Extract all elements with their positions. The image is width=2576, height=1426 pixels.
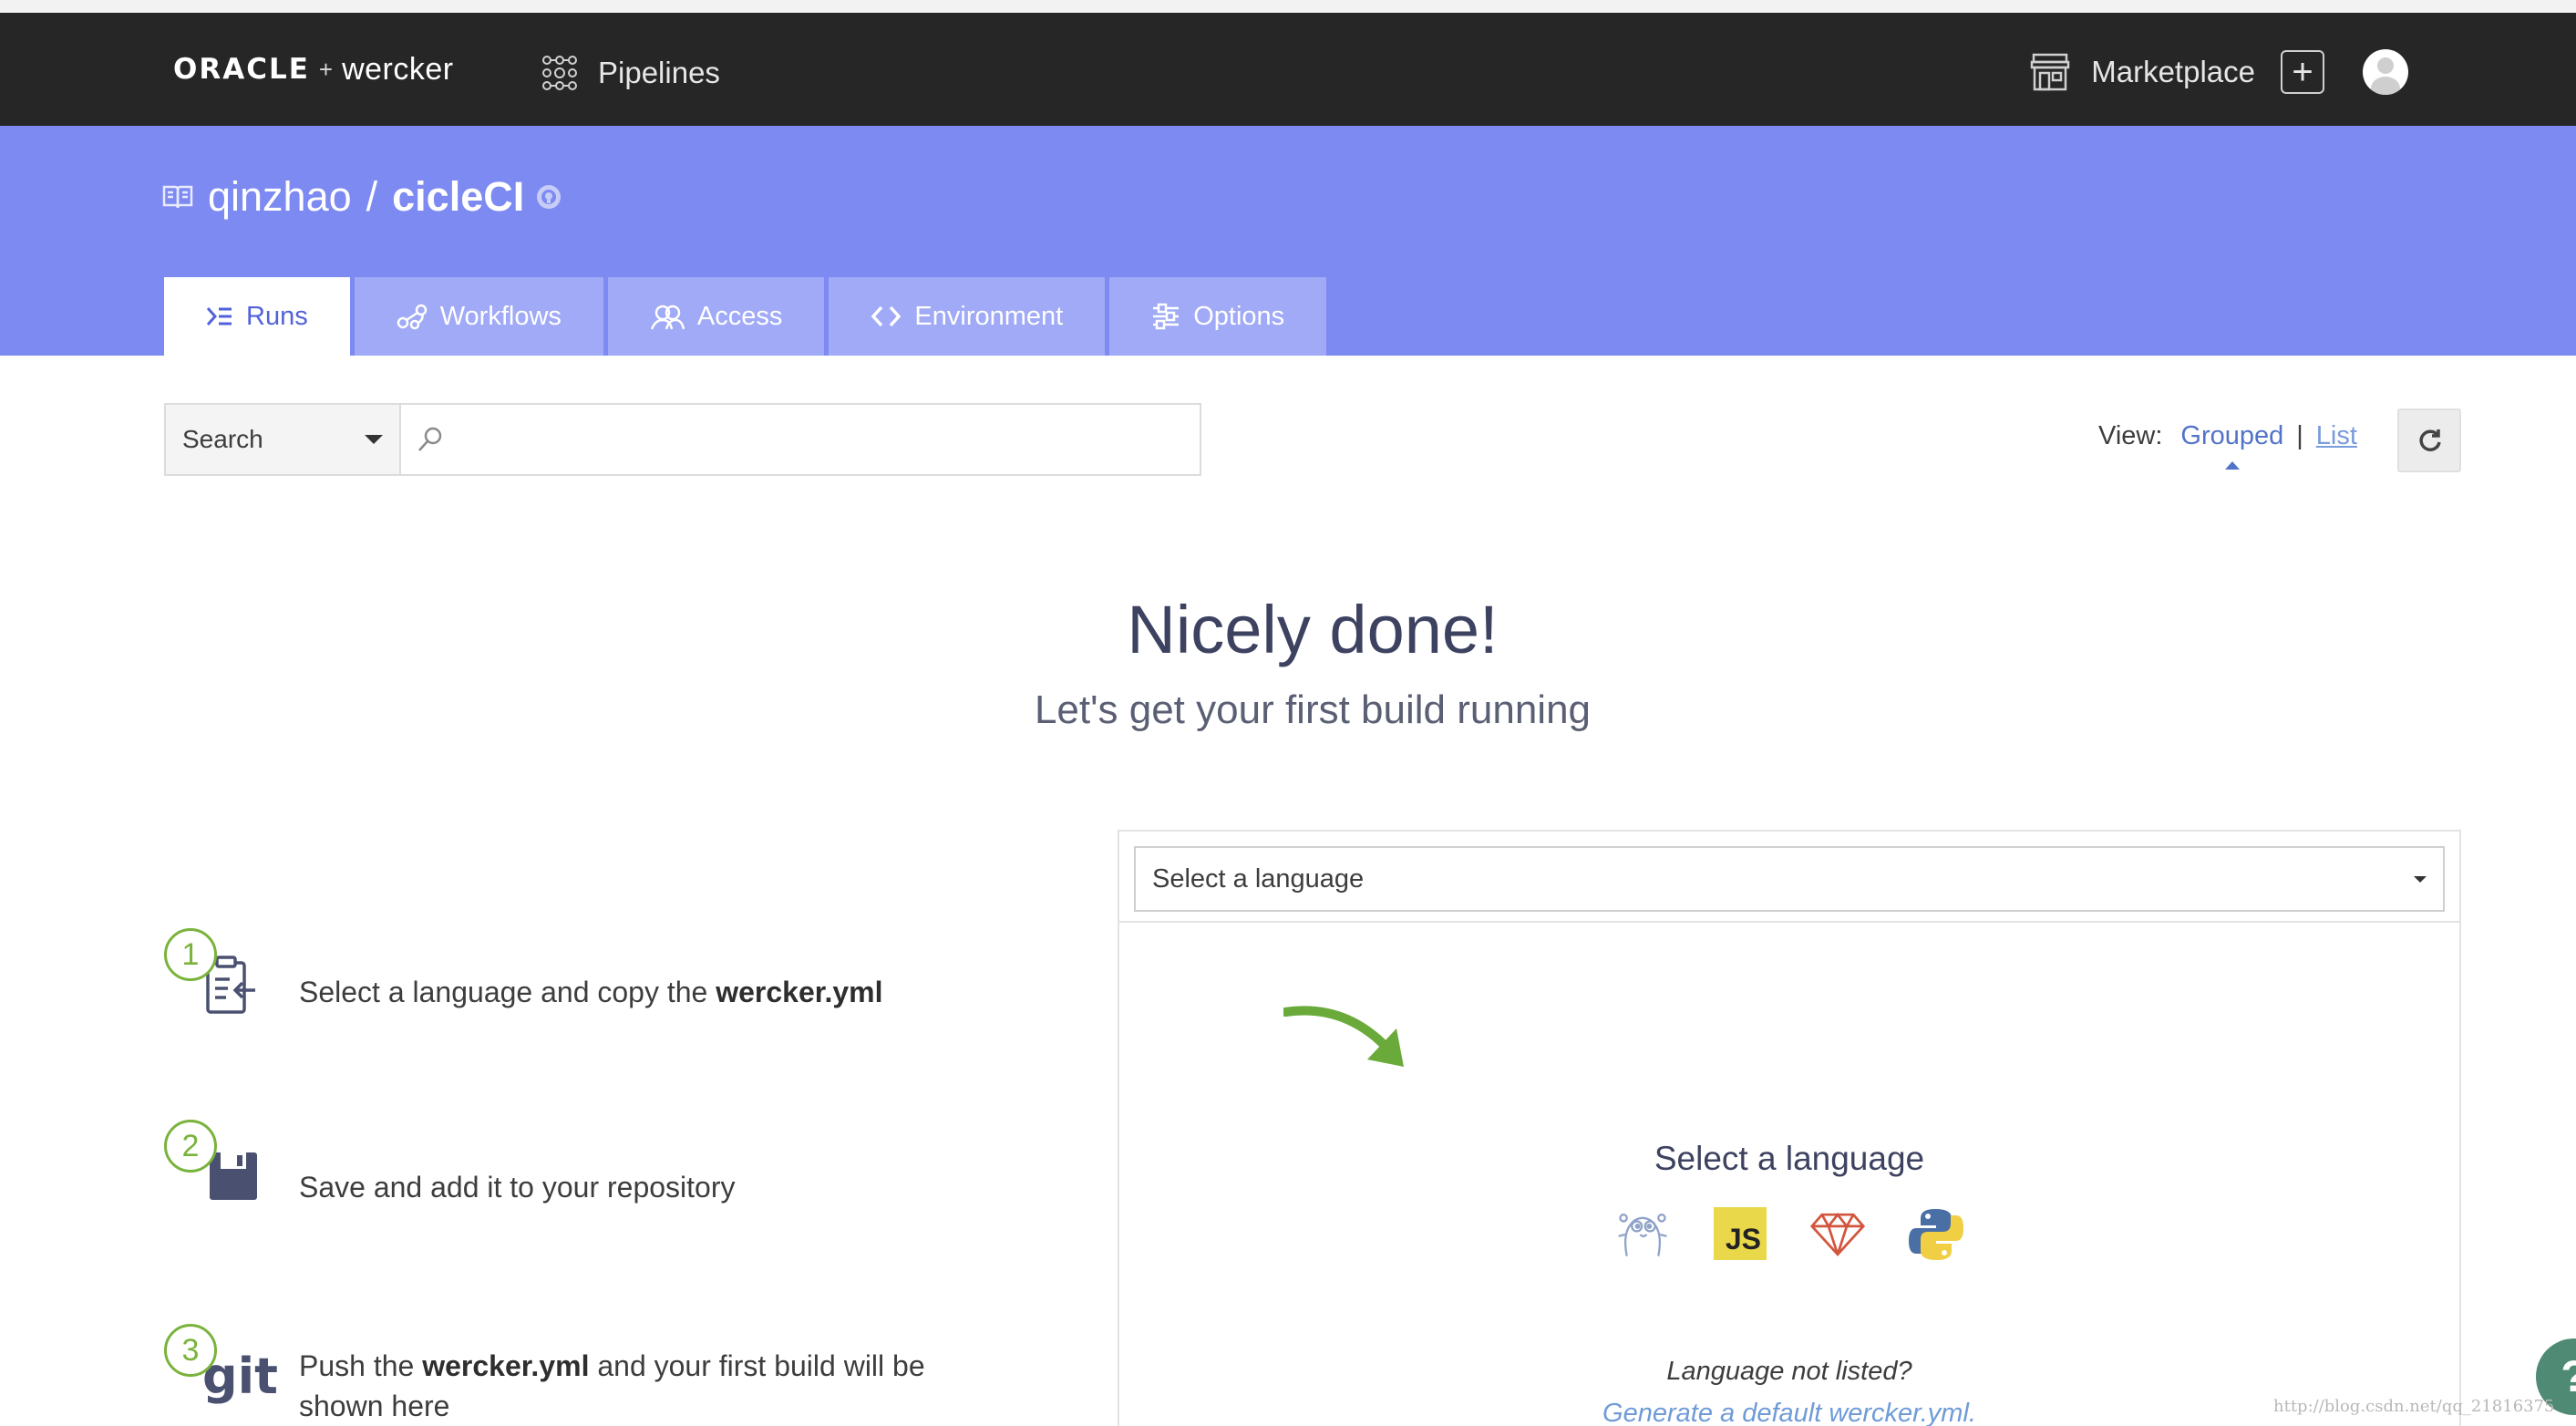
step-text-line2: shown here (299, 1390, 450, 1422)
pipelines-icon (542, 56, 577, 90)
refresh-icon (2419, 429, 2441, 451)
marketplace-icon (2031, 53, 2070, 91)
repo-tabs: Runs Workflows Access Environment Option… (164, 277, 1331, 356)
access-icon (650, 305, 685, 330)
nav-pipelines-label: Pipelines (598, 56, 720, 89)
breadcrumb-separator: / (366, 173, 378, 220)
repo-breadcrumb: qinzhao / cicleCI (162, 173, 562, 221)
tab-runs-label: Runs (246, 301, 308, 331)
ruby-icon[interactable] (1810, 1207, 1865, 1262)
step-text-part: Select a language and copy the (299, 976, 716, 1008)
nav-marketplace-label: Marketplace (2091, 55, 2255, 88)
browser-top-strip (0, 0, 2576, 13)
code-brackets-icon (871, 305, 902, 327)
step-number: 2 (164, 1120, 217, 1173)
refresh-button[interactable] (2397, 408, 2461, 472)
view-list-link[interactable]: List (2316, 421, 2357, 451)
add-button[interactable]: + (2281, 50, 2324, 94)
brand-logo[interactable]: ORACLE + wercker (173, 49, 454, 89)
step-text-part: Save and add it to your repository (299, 1171, 736, 1204)
nav-pipelines[interactable]: Pipelines (540, 53, 720, 93)
language-panel: Select a language Select a language JS L… (1118, 830, 2461, 1426)
step-text: Push the wercker.yml and your first buil… (299, 1346, 925, 1426)
nav-right: Marketplace + (2029, 49, 2408, 95)
tab-environment-label: Environment (914, 301, 1064, 331)
search-input[interactable] (459, 412, 1200, 467)
view-grouped-link[interactable]: Grouped (2180, 421, 2283, 470)
tab-workflows-label: Workflows (439, 301, 562, 331)
search-icon (418, 427, 442, 451)
step-3: 3 git Push the wercker.yml and your firs… (164, 1324, 1076, 1426)
repo-header: qinzhao / cicleCI Runs Workflows Access … (0, 126, 2576, 356)
step-text: Select a language and copy the wercker.y… (299, 972, 882, 1012)
python-icon[interactable] (1909, 1207, 1963, 1262)
sliders-icon (1153, 303, 1180, 330)
hero-title: Nicely done! (1127, 592, 1499, 667)
hero-subtitle: Let's get your first build running (1034, 687, 1592, 732)
github-icon[interactable] (537, 185, 562, 209)
language-select[interactable]: Select a language (1134, 846, 2445, 912)
chevron-down-icon (365, 435, 383, 444)
js-icon[interactable]: JS (1714, 1207, 1767, 1260)
brand-wercker: wercker (342, 51, 454, 87)
view-separator: | (2296, 421, 2303, 450)
tab-access-label: Access (696, 301, 783, 331)
language-not-listed: Language not listed? (1666, 1357, 1912, 1386)
chevron-down-icon (2414, 875, 2427, 883)
step-text-bold: wercker.yml (422, 1349, 590, 1382)
tab-options[interactable]: Options (1109, 277, 1327, 356)
repo-name[interactable]: cicleCI (392, 173, 524, 221)
tab-access[interactable]: Access (607, 277, 825, 356)
tab-options-label: Options (1193, 301, 1285, 331)
tab-workflows[interactable]: Workflows (354, 277, 603, 356)
panel-top: Select a language (1119, 832, 2459, 923)
search-input-wrap (401, 405, 1200, 474)
brand-oracle: ORACLE (173, 53, 310, 86)
nav-marketplace[interactable]: Marketplace (2029, 51, 2255, 93)
user-avatar[interactable] (2363, 49, 2408, 95)
generate-default-link[interactable]: Generate a default wercker.yml. (1119, 1399, 2459, 1426)
top-navbar: ORACLE + wercker Pipelines Marketplace + (0, 13, 2576, 126)
step-text: Save and add it to your repository (299, 1167, 736, 1207)
runs-icon (206, 307, 232, 326)
step-text-part: Push the (299, 1349, 423, 1382)
book-icon (162, 185, 193, 209)
view-label: View: (2098, 421, 2163, 450)
language-select-value: Select a language (1152, 863, 1365, 894)
step-1: 1 Select a language and copy the wercker… (164, 928, 1076, 1038)
step-number: 3 (164, 1324, 217, 1377)
step-number: 1 (164, 928, 217, 981)
step-text-bold: wercker.yml (716, 976, 883, 1008)
repo-owner[interactable]: qinzhao (208, 173, 352, 221)
language-icons: JS (1119, 1207, 2459, 1262)
brand-plus: + (318, 55, 334, 83)
tab-environment[interactable]: Environment (829, 277, 1106, 356)
curved-arrow-icon (1283, 1006, 1404, 1067)
view-toggle: View: Grouped | List (2098, 421, 2357, 470)
tab-runs[interactable]: Runs (164, 277, 350, 356)
workflows-icon (397, 304, 427, 330)
select-language-title: Select a language (1654, 1140, 1925, 1177)
gopher-icon[interactable] (1615, 1207, 1670, 1262)
search-filter-select[interactable]: Search (166, 405, 401, 474)
search-bar: Search (164, 403, 1201, 476)
step-2: 2 Save and add it to your repository (164, 1120, 1076, 1229)
search-filter-value: Search (182, 425, 263, 453)
step-text-part: and your first build will be (589, 1349, 925, 1382)
watermark: http://blog.csdn.net/qq_21816375 (2273, 1397, 2555, 1416)
